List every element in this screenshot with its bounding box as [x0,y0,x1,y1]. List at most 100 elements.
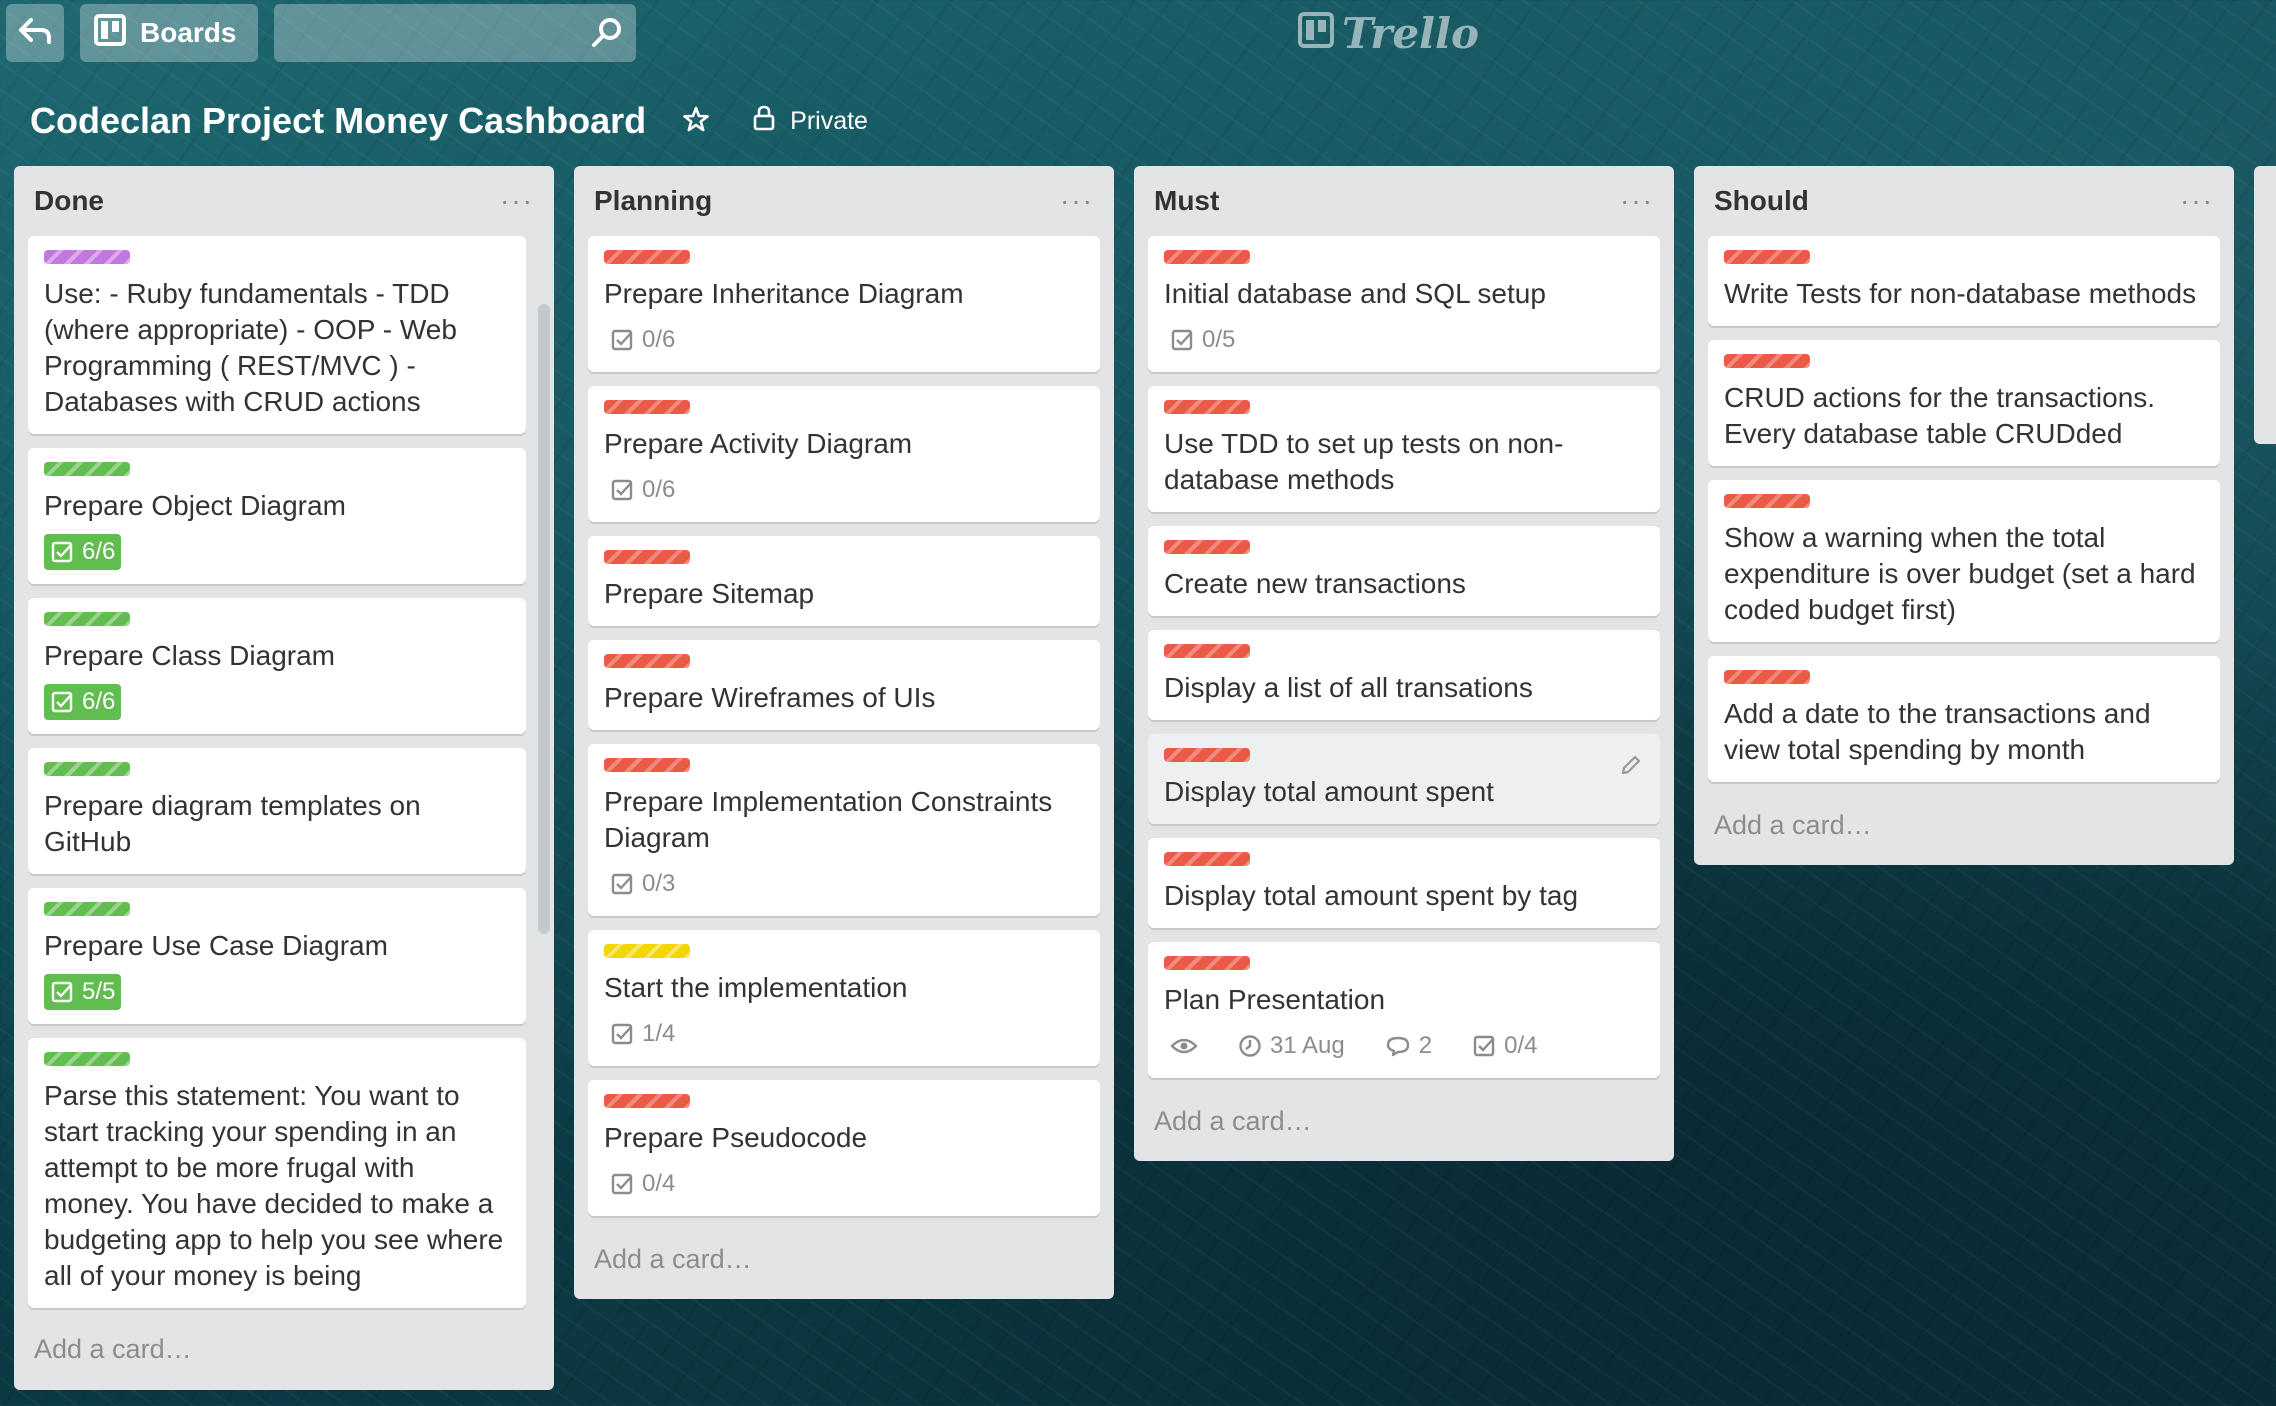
card[interactable]: Show a warning when the total expenditur… [1708,480,2220,642]
card[interactable]: Display total amount spent [1148,734,1660,824]
list-menu-icon[interactable]: ··· [2180,187,2214,215]
list-title[interactable]: Planning [594,185,712,217]
card[interactable]: Initial database and SQL setup 0/5 [1148,236,1660,372]
card[interactable]: Use: - Ruby fundamentals - TDD (where ap… [28,236,526,434]
list-menu-icon[interactable]: ··· [500,187,534,215]
card[interactable]: Prepare Implementation Constraints Diagr… [588,744,1100,916]
checklist-count: 0/4 [1504,1032,1538,1059]
checklist-icon [611,873,633,895]
card[interactable]: Create new transactions [1148,526,1660,616]
board-header: Codeclan Project Money Cashboard Private [30,96,868,146]
card-container[interactable]: Use: - Ruby fundamentals - TDD (where ap… [14,236,554,1320]
card[interactable]: Parse this statement: You want to start … [28,1038,526,1308]
checklist-icon [611,479,633,501]
star-icon [682,105,710,138]
card[interactable]: Add a date to the transactions and view … [1708,656,2220,782]
list-title[interactable]: Must [1154,185,1219,217]
add-card-button[interactable]: Add a card… [14,1320,554,1389]
add-card-button[interactable]: Add a card… [1694,796,2234,865]
card-title: Plan Presentation [1164,984,1386,1015]
card-title: Initial database and SQL setup [1164,278,1546,309]
card-badges: 5/5 [44,974,510,1010]
card-label [44,762,130,776]
card-label [604,250,690,264]
list-title[interactable]: Should [1714,185,1809,217]
card-title: Prepare Object Diagram [44,490,346,521]
card-label [44,462,130,476]
search-input[interactable] [274,4,636,62]
trello-logo-text: Trello [1342,8,1479,58]
card[interactable]: CRUD actions for the transactions. Every… [1708,340,2220,466]
search-field[interactable] [274,4,636,62]
checklist-count: 0/5 [1202,326,1236,353]
card-label [1164,644,1250,658]
checklist-icon [611,1023,633,1045]
card-label [604,944,690,958]
card[interactable]: Prepare Wireframes of UIs [588,640,1100,730]
add-card-button[interactable]: Add a card… [574,1230,1114,1299]
star-button[interactable] [682,105,710,138]
checklist-badge: 0/6 [604,322,681,358]
checklist-count: 0/6 [642,326,676,353]
card[interactable]: Prepare Object Diagram 6/6 [28,448,526,584]
card[interactable]: Prepare diagram templates on GitHub [28,748,526,874]
card[interactable]: Use TDD to set up tests on non-database … [1148,386,1660,512]
card-container[interactable]: Prepare Inheritance Diagram 0/6 Prepare … [574,236,1114,1230]
card-badges: 6/6 [44,684,510,720]
card[interactable]: Write Tests for non-database methods [1708,236,2220,326]
checklist-badge: 1/4 [604,1016,681,1052]
checklist-icon [611,1173,633,1195]
checklist-count: 0/3 [642,870,676,897]
card[interactable]: Display a list of all transations [1148,630,1660,720]
list-menu-icon[interactable]: ··· [1620,187,1654,215]
back-button[interactable] [6,4,64,62]
card[interactable]: Prepare Activity Diagram 0/6 [588,386,1100,522]
trello-logo[interactable]: Trello [1298,8,1479,58]
card-label [1724,494,1810,508]
card[interactable]: Prepare Sitemap [588,536,1100,626]
list-header: Should ··· [1694,166,2234,236]
card-title: Prepare Sitemap [604,578,815,609]
card[interactable]: Prepare Inheritance Diagram 0/6 [588,236,1100,372]
card[interactable]: Start the implementation 1/4 [588,930,1100,1066]
add-card-button[interactable]: Add a card… [1134,1092,1674,1161]
card-container[interactable]: Initial database and SQL setup 0/5 Use T… [1134,236,1674,1092]
list-should: Should ··· Write Tests for non-database … [1694,166,2234,865]
card-badges: 6/6 [44,534,510,570]
card[interactable]: Prepare Pseudocode 0/4 [588,1080,1100,1216]
checklist-badge: 0/6 [604,472,681,508]
trello-logo-icon [1298,9,1334,58]
visibility-button[interactable]: Private [752,105,868,138]
card[interactable]: Display total amount spent by tag [1148,838,1660,928]
list-header: Done ··· [14,166,554,236]
card[interactable]: Prepare Use Case Diagram 5/5 [28,888,526,1024]
card-title: Prepare Inheritance Diagram [604,278,964,309]
card-title: Parse this statement: You want to start … [44,1080,504,1291]
card-label [44,902,130,916]
card-badges: 0/3 [604,866,1084,902]
boards-button[interactable]: Boards [80,4,258,62]
card-label [1724,670,1810,684]
checklist-badge: 6/6 [44,534,122,570]
search-icon[interactable] [590,16,624,55]
pencil-icon[interactable] [1620,754,1642,781]
board-title[interactable]: Codeclan Project Money Cashboard [30,100,646,142]
card-title: Prepare Implementation Constraints Diagr… [604,786,1053,853]
due-date-badge: 31 Aug [1232,1028,1351,1064]
visibility-label: Private [790,106,868,135]
card[interactable]: Plan Presentation 31 Aug 2 0/4 [1148,942,1660,1078]
list-title[interactable]: Done [34,185,104,217]
checklist-icon [1171,329,1193,351]
card-container[interactable]: Write Tests for non-database methods CRU… [1694,236,2234,796]
list-partial[interactable] [2254,166,2276,444]
card-title: Use TDD to set up tests on non-database … [1164,428,1564,495]
card-label [1164,852,1250,866]
list-menu-icon[interactable]: ··· [1060,187,1094,215]
checklist-badge: 0/3 [604,866,681,902]
card-badges: 0/4 [604,1166,1084,1202]
watching-badge [1164,1032,1204,1060]
list-scrollbar[interactable] [538,304,550,934]
card-label [604,400,690,414]
card[interactable]: Prepare Class Diagram 6/6 [28,598,526,734]
eye-icon [1170,1038,1198,1054]
